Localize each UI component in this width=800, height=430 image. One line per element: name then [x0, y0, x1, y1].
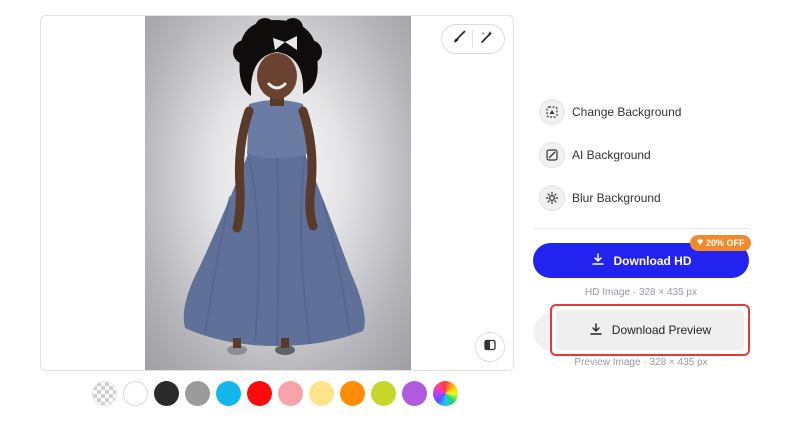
magic-wand-button[interactable]	[475, 27, 499, 51]
change-background-option[interactable]: Change Background	[539, 97, 681, 127]
swatch-lime[interactable]	[371, 381, 396, 406]
edit-tools-group	[441, 24, 505, 54]
diamond-icon	[696, 238, 704, 248]
result-photo	[145, 16, 411, 370]
hd-image-info: HD Image · 328 × 435 px	[584, 287, 697, 298]
tool-separator	[472, 30, 474, 48]
download-preview-label: Download Preview	[611, 323, 712, 337]
compare-icon	[484, 338, 496, 356]
swatch-pink[interactable]	[278, 381, 303, 406]
ai-background-label: AI Background	[572, 148, 651, 162]
panel-divider	[533, 228, 749, 229]
download-preview-button[interactable]: Download Preview	[556, 310, 744, 350]
image-canvas	[40, 15, 514, 371]
brush-button[interactable]	[447, 27, 471, 51]
swatch-custom[interactable]	[433, 381, 458, 406]
compare-button[interactable]	[475, 332, 505, 362]
download-hd-label: Download HD	[613, 253, 692, 268]
swatch-red[interactable]	[247, 381, 272, 406]
change-background-icon	[539, 99, 565, 125]
download-icon	[591, 252, 605, 269]
background-color-swatches	[92, 381, 458, 406]
ai-background-icon	[539, 142, 565, 168]
swatch-light-yellow[interactable]	[309, 381, 334, 406]
discount-badge-text: 20% OFF	[706, 238, 745, 248]
background-options: Change Background AI Background Blur Bac…	[539, 97, 681, 226]
swatch-gray[interactable]	[185, 381, 210, 406]
blur-background-icon	[539, 185, 565, 211]
blur-background-option[interactable]: Blur Background	[539, 183, 681, 213]
brush-icon	[452, 30, 466, 49]
preview-image-info: Preview Image · 328 × 435 px	[574, 357, 708, 368]
change-background-label: Change Background	[572, 105, 682, 119]
swatch-black[interactable]	[154, 381, 179, 406]
swatch-white[interactable]	[123, 381, 148, 406]
swatch-purple[interactable]	[402, 381, 427, 406]
download-icon	[589, 322, 603, 339]
magic-wand-icon	[480, 30, 494, 49]
swatch-transparent[interactable]	[92, 381, 117, 406]
swatch-orange[interactable]	[340, 381, 365, 406]
blur-background-label: Blur Background	[572, 191, 661, 205]
ai-background-option[interactable]: AI Background	[539, 140, 681, 170]
girl-in-dress-image	[183, 18, 365, 355]
swatch-sky-blue[interactable]	[216, 381, 241, 406]
discount-badge: 20% OFF	[690, 235, 751, 251]
